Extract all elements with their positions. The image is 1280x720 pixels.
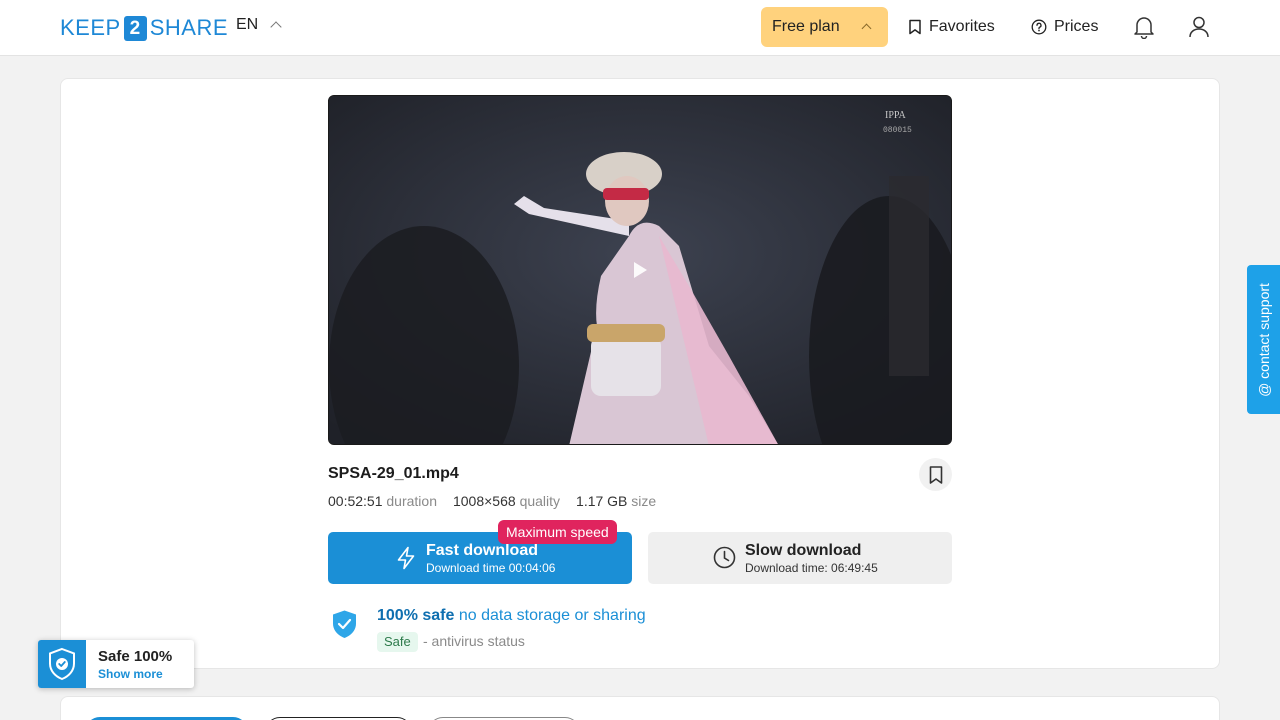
prices-link[interactable]: Prices — [1031, 16, 1098, 38]
slow-download-time: Download time: 06:49:45 — [745, 561, 878, 575]
user-account-icon[interactable] — [1188, 15, 1210, 39]
play-icon[interactable] — [629, 259, 651, 281]
prices-label: Prices — [1054, 18, 1099, 35]
logo-number: 2 — [123, 15, 147, 41]
language-selector[interactable]: EN — [236, 16, 282, 34]
lightning-icon — [397, 546, 415, 570]
meta-size: 1.17 GB size — [576, 493, 656, 509]
fast-download-time: Download time 00:04:06 — [426, 561, 556, 575]
shield-check-icon — [333, 610, 356, 638]
top-header: KEEP 2 SHARE EN Free plan Favorites Pric… — [0, 0, 1280, 56]
duration-label: duration — [386, 493, 437, 509]
maximum-speed-badge: Maximum speed — [498, 520, 617, 544]
help-circle-icon — [1031, 19, 1047, 35]
contact-support-label: @ contact support — [1255, 282, 1272, 397]
file-meta: 00:52:51 duration 1008×568 quality 1.17 … — [328, 493, 656, 509]
tabs-card — [60, 696, 1220, 720]
show-more-link[interactable]: Show more — [98, 667, 163, 681]
bookmark-icon — [929, 465, 942, 484]
meta-quality: 1008×568 quality — [453, 493, 560, 509]
notifications-bell-icon[interactable] — [1133, 15, 1155, 40]
safety-rest: no data storage or sharing — [458, 607, 646, 624]
safe-100-widget[interactable]: Safe 100% Show more — [38, 640, 194, 688]
favorites-label: Favorites — [929, 18, 995, 35]
add-to-favorites-button[interactable] — [919, 458, 952, 491]
language-label: EN — [236, 16, 259, 33]
duration-value: 00:52:51 — [328, 493, 383, 509]
safe-widget-title: Safe 100% — [98, 648, 173, 665]
contact-support-tab[interactable]: @ contact support — [1247, 265, 1280, 414]
quality-label: quality — [519, 493, 561, 509]
quality-value: 1008×568 — [452, 493, 516, 509]
slow-download-label: Slow download — [745, 542, 862, 559]
meta-duration: 00:52:51 duration — [328, 493, 437, 509]
size-label: size — [631, 493, 657, 509]
logo-left-text: KEEP — [60, 15, 121, 40]
file-name: SPSA-29_01.mp4 — [328, 465, 459, 482]
safety-bold: 100% safe — [377, 607, 455, 624]
watermark-top: IPPA — [885, 110, 907, 121]
watermark-bottom: 080015 — [883, 126, 912, 135]
favorites-link[interactable]: Favorites — [908, 16, 995, 38]
chevron-up-icon — [270, 21, 282, 33]
safe-widget-badge — [38, 640, 86, 688]
antivirus-status-text: - antivirus status — [423, 633, 525, 649]
plan-button[interactable]: Free plan — [761, 7, 888, 47]
plan-label: Free plan — [772, 18, 840, 35]
safety-statement: 100% safe no data storage or sharing — [377, 607, 646, 625]
shield-check-icon — [49, 647, 75, 681]
bookmark-icon — [909, 19, 921, 35]
logo-right-text: SHARE — [149, 15, 228, 40]
video-preview[interactable]: IPPA 080015 — [328, 95, 952, 445]
size-value: 1.17 GB — [576, 493, 628, 509]
antivirus-safe-tag: Safe — [377, 632, 418, 652]
fast-download-label: Fast download — [426, 542, 538, 559]
chevron-up-icon — [861, 23, 872, 34]
clock-icon — [713, 546, 736, 569]
logo[interactable]: KEEP 2 SHARE — [60, 15, 228, 41]
slow-download-button[interactable]: Slow download Download time: 06:49:45 — [648, 532, 952, 584]
